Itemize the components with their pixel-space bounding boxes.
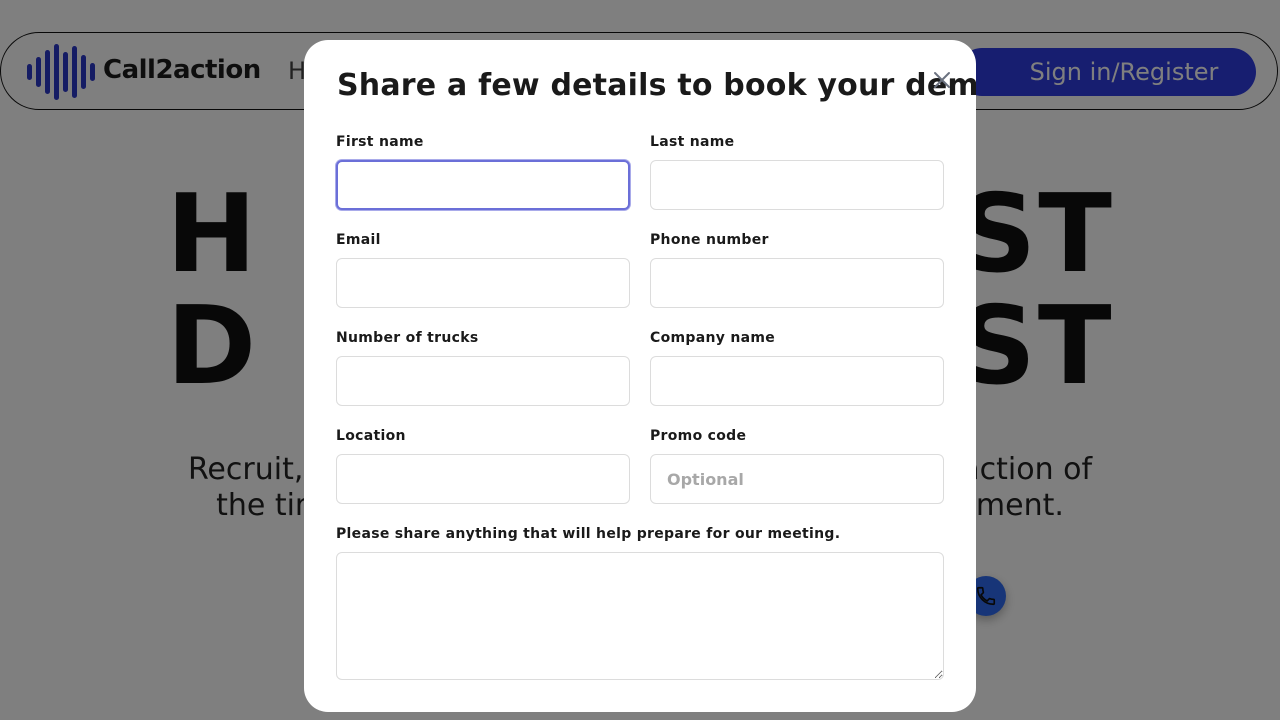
phone-number-input[interactable] <box>650 258 944 308</box>
phone-number-label: Phone number <box>650 232 769 248</box>
meeting-notes-label: Please share anything that will help pre… <box>336 526 841 542</box>
first-name-label: First name <box>336 134 424 150</box>
last-name-input[interactable] <box>650 160 944 210</box>
email-input[interactable] <box>336 258 630 308</box>
promo-code-input[interactable] <box>650 454 944 504</box>
meeting-notes-textarea[interactable] <box>336 552 944 680</box>
book-demo-modal: Share a few details to book your demo Fi… <box>304 40 976 712</box>
company-name-input[interactable] <box>650 356 944 406</box>
last-name-label: Last name <box>650 134 735 150</box>
number-of-trucks-input[interactable] <box>336 356 630 406</box>
email-label: Email <box>336 232 381 248</box>
company-name-label: Company name <box>650 330 776 346</box>
location-input[interactable] <box>336 454 630 504</box>
first-name-input[interactable] <box>336 160 630 210</box>
number-of-trucks-label: Number of trucks <box>336 330 479 346</box>
close-button[interactable] <box>930 68 954 92</box>
location-label: Location <box>336 428 406 444</box>
modal-title: Share a few details to book your demo <box>337 68 976 103</box>
close-icon <box>934 72 950 88</box>
promo-code-label: Promo code <box>650 428 747 444</box>
